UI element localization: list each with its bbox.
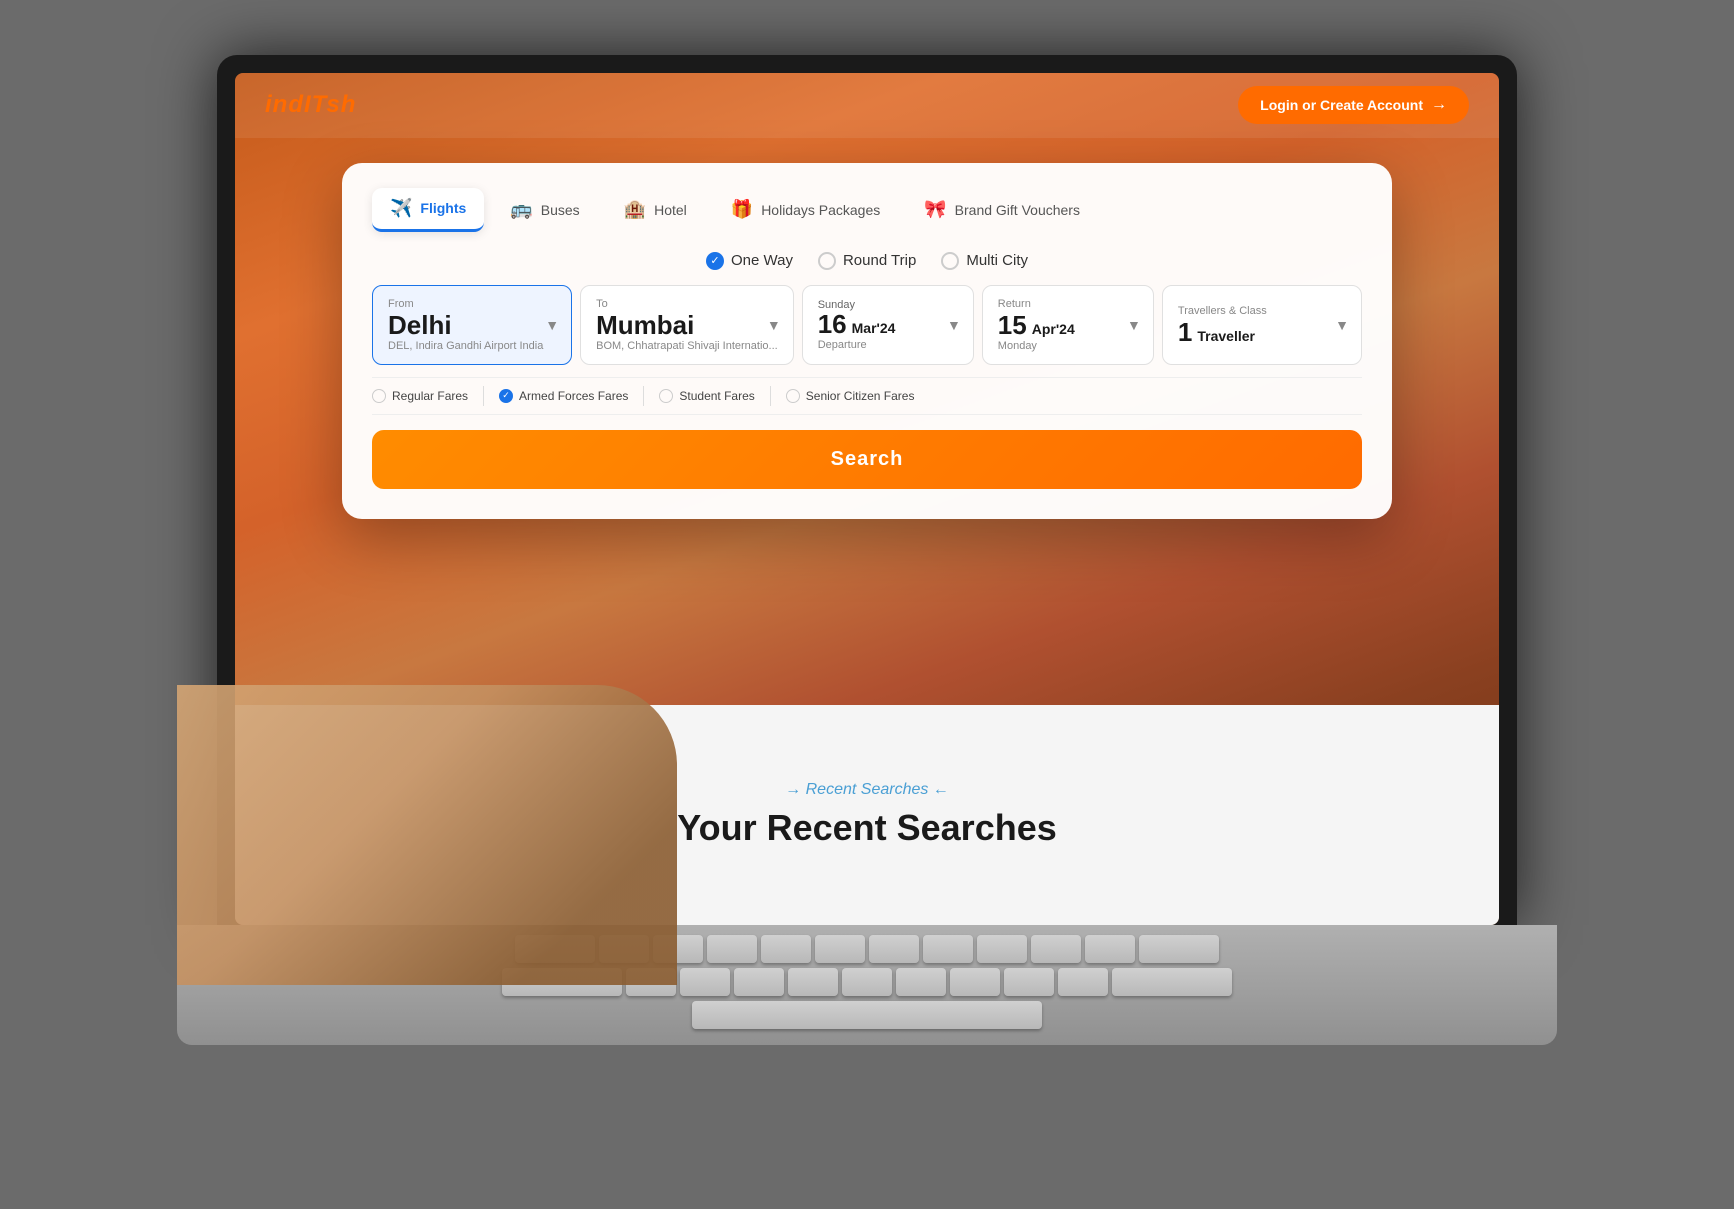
key-l (1058, 968, 1108, 996)
trip-option-round-trip[interactable]: Round Trip (818, 252, 916, 270)
return-day: Monday (998, 340, 1138, 352)
key-y (869, 935, 919, 963)
tab-flights-label: Flights (420, 200, 466, 216)
from-dropdown-arrow-icon: ▼ (545, 317, 559, 333)
key-u (923, 935, 973, 963)
round-trip-label: Round Trip (843, 252, 916, 269)
fare-student-radio-icon (659, 389, 673, 403)
fare-divider-3 (770, 386, 771, 406)
return-label: Return (998, 298, 1138, 310)
return-dropdown-arrow-icon: ▼ (1127, 317, 1141, 333)
fare-senior-label: Senior Citizen Fares (806, 389, 915, 403)
fare-senior[interactable]: Senior Citizen Fares (786, 389, 915, 403)
hotel-icon: 🏨 (624, 199, 646, 220)
search-button[interactable]: Search (372, 430, 1362, 489)
key-enter (1112, 968, 1232, 996)
fare-divider-1 (483, 386, 484, 406)
trip-option-one-way[interactable]: ✓ One Way (706, 252, 793, 270)
key-d (734, 968, 784, 996)
one-way-check-icon: ✓ (706, 252, 724, 270)
tab-buses-label: Buses (541, 202, 580, 218)
departure-dropdown-arrow-icon: ▼ (947, 317, 961, 333)
key-r (761, 935, 811, 963)
recent-searches-title: Your Recent Searches (677, 807, 1057, 849)
round-trip-radio-icon (818, 252, 836, 270)
key-space (692, 1001, 1042, 1029)
flight-search-form: From Delhi DEL, Indira Gandhi Airport In… (372, 285, 1362, 365)
fare-options: Regular Fares ✓ Armed Forces Fares Stude… (372, 377, 1362, 415)
fare-senior-radio-icon (786, 389, 800, 403)
from-city: Delhi (388, 312, 556, 338)
navbar: indITsh Login or Create Account (235, 73, 1499, 138)
to-city: Mumbai (596, 312, 778, 338)
tab-hotel[interactable]: 🏨 Hotel (606, 189, 705, 230)
key-t (815, 935, 865, 963)
traveller-label: Travellers & Class (1178, 305, 1346, 317)
trip-option-multi-city[interactable]: Multi City (941, 252, 1028, 270)
multi-city-radio-icon (941, 252, 959, 270)
traveller-count: 1 (1178, 319, 1192, 345)
brand-logo: indITsh (265, 91, 356, 119)
fare-student-label: Student Fares (679, 389, 754, 403)
hand-overlay (177, 685, 677, 985)
key-s (680, 968, 730, 996)
from-airport: DEL, Indira Gandhi Airport India (388, 340, 556, 352)
key-f (788, 968, 838, 996)
laptop-keyboard (177, 925, 1557, 1045)
login-button[interactable]: Login or Create Account (1238, 86, 1469, 124)
key-e (707, 935, 757, 963)
key-k (1004, 968, 1054, 996)
fare-regular-radio-icon (372, 389, 386, 403)
fare-divider-2 (643, 386, 644, 406)
multi-city-label: Multi City (966, 252, 1028, 269)
traveller-dropdown-arrow-icon: ▼ (1335, 317, 1349, 333)
trip-type-options: ✓ One Way Round Trip Multi City (372, 252, 1362, 270)
buses-icon: 🚌 (510, 199, 532, 220)
return-date: 15 (998, 312, 1027, 338)
fare-student[interactable]: Student Fares (659, 389, 754, 403)
key-p (1085, 935, 1135, 963)
flights-icon: ✈️ (390, 198, 412, 219)
tab-flights[interactable]: ✈️ Flights (372, 188, 484, 232)
return-field[interactable]: Return 15 Apr'24 Monday ▼ (982, 285, 1154, 365)
departure-month: Mar'24 (852, 320, 896, 336)
fare-armed-label: Armed Forces Fares (519, 389, 628, 403)
holidays-icon: 🎁 (731, 199, 753, 220)
fare-armed[interactable]: ✓ Armed Forces Fares (499, 389, 628, 403)
vouchers-icon: 🎀 (924, 199, 946, 220)
departure-sub: Departure (818, 339, 958, 351)
traveller-unit: Traveller (1197, 328, 1255, 344)
category-tabs: ✈️ Flights 🚌 Buses 🏨 Hotel 🎁 (372, 188, 1362, 232)
tab-hotel-label: Hotel (654, 202, 687, 218)
tab-holidays-label: Holidays Packages (761, 202, 880, 218)
to-airport: BOM, Chhatrapati Shivaji Internatio... (596, 340, 778, 352)
return-month: Apr'24 (1032, 321, 1075, 337)
from-field[interactable]: From Delhi DEL, Indira Gandhi Airport In… (372, 285, 572, 365)
one-way-label: One Way (731, 252, 793, 269)
tab-vouchers[interactable]: 🎀 Brand Gift Vouchers (906, 189, 1098, 230)
key-h (896, 968, 946, 996)
to-dropdown-arrow-icon: ▼ (767, 317, 781, 333)
traveller-field[interactable]: Travellers & Class 1 Traveller ▼ (1162, 285, 1362, 365)
to-field[interactable]: To Mumbai BOM, Chhatrapati Shivaji Inter… (580, 285, 794, 365)
tab-buses[interactable]: 🚌 Buses (492, 189, 597, 230)
recent-searches-tag: Recent Searches (785, 781, 949, 799)
from-label: From (388, 298, 556, 310)
search-widget: ✈️ Flights 🚌 Buses 🏨 Hotel 🎁 (342, 163, 1392, 519)
key-j (950, 968, 1000, 996)
key-i (977, 935, 1027, 963)
departure-date: 16 (818, 311, 847, 337)
tab-vouchers-label: Brand Gift Vouchers (955, 202, 1080, 218)
fare-armed-check-icon: ✓ (499, 389, 513, 403)
to-label: To (596, 298, 778, 310)
fare-regular[interactable]: Regular Fares (372, 389, 468, 403)
fare-regular-label: Regular Fares (392, 389, 468, 403)
tab-holidays[interactable]: 🎁 Holidays Packages (713, 189, 898, 230)
key-backspace (1139, 935, 1219, 963)
key-g (842, 968, 892, 996)
departure-field[interactable]: Sunday 16 Mar'24 Departure ▼ (802, 285, 974, 365)
key-o (1031, 935, 1081, 963)
